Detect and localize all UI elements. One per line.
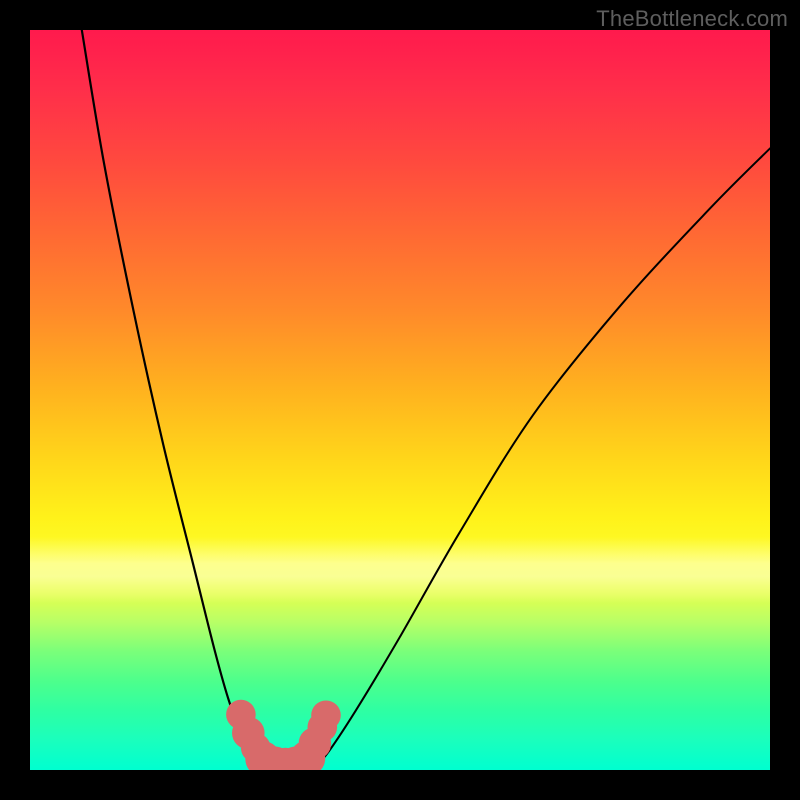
- curve-right: [311, 148, 770, 770]
- marker-dot: [311, 700, 341, 730]
- plot-area: [30, 30, 770, 770]
- chart-frame: TheBottleneck.com: [0, 0, 800, 800]
- bottom-marker-cluster: [226, 700, 341, 770]
- curve-left: [82, 30, 267, 770]
- curves-svg: [30, 30, 770, 770]
- watermark-text: TheBottleneck.com: [596, 6, 788, 32]
